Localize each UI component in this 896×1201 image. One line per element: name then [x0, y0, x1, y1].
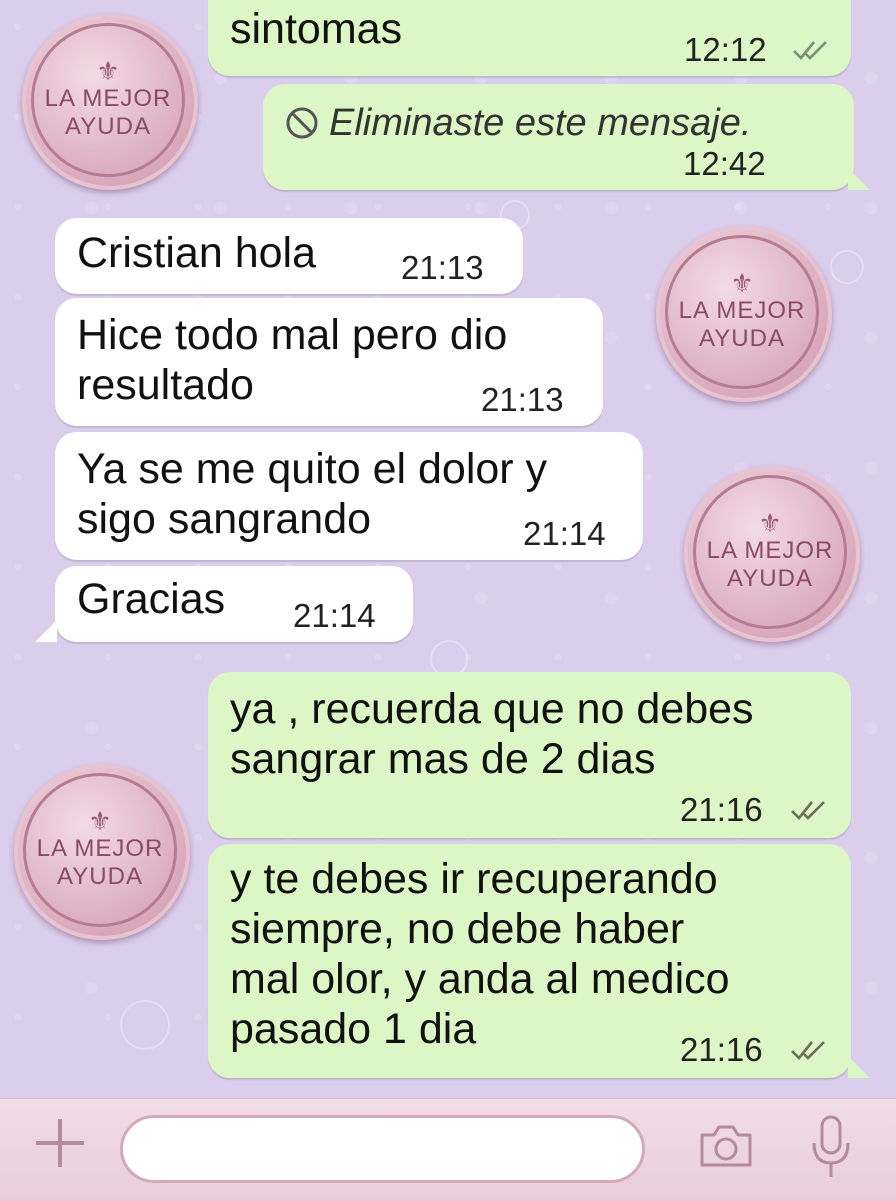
message-text: sintomas: [230, 5, 403, 53]
message-text: Hice todo mal pero dio resultado: [77, 311, 508, 409]
message-time: 21:13: [481, 381, 564, 418]
message-time: 21:16: [680, 1031, 763, 1068]
double-check-icon: [791, 1041, 825, 1060]
message-time: 12:42: [683, 145, 766, 182]
message-time: 21:14: [523, 515, 606, 552]
double-check-icon: [793, 41, 827, 60]
watermark-stamp: ⚜ LA MEJOR AYUDA: [684, 466, 860, 642]
message-text: y te debes ir recuperando siempre, no de…: [230, 855, 730, 1053]
message-bubble-incoming[interactable]: Ya se me quito el dolor y sigo sangrando…: [55, 432, 643, 560]
message-time: 21:16: [680, 791, 763, 828]
message-bubble-incoming[interactable]: Gracias 21:14: [55, 566, 413, 642]
double-check-icon: [791, 801, 825, 820]
watermark-stamp: ⚜ LA MEJOR AYUDA: [14, 764, 190, 940]
message-text: Cristian hola: [77, 229, 316, 277]
message-text: ya , recuerda que no debes sangrar mas d…: [230, 685, 754, 783]
camera-icon[interactable]: [698, 1123, 754, 1169]
message-bubble-outgoing[interactable]: sintomas 12:12: [208, 0, 851, 76]
message-bubble-incoming[interactable]: Cristian hola 21:13: [55, 218, 523, 294]
message-bubble-outgoing[interactable]: ya , recuerda que no debes sangrar mas d…: [208, 672, 851, 838]
chat-area[interactable]: sintomas 12:12 Eliminaste este mensaje. …: [0, 0, 896, 1098]
microphone-icon[interactable]: [806, 1113, 856, 1183]
watermark-stamp: ⚜ LA MEJOR AYUDA: [22, 14, 198, 190]
message-composer-bar: [0, 1098, 896, 1201]
plus-icon[interactable]: [34, 1117, 86, 1169]
message-time: 21:14: [293, 597, 376, 634]
blocked-icon: [286, 107, 318, 139]
deleted-message-text: Eliminaste este mensaje.: [329, 102, 752, 144]
watermark-stamp: ⚜ LA MEJOR AYUDA: [656, 226, 832, 402]
message-bubble-outgoing[interactable]: y te debes ir recuperando siempre, no de…: [208, 844, 851, 1078]
message-text: Gracias: [77, 575, 226, 623]
message-text: Ya se me quito el dolor y sigo sangrando: [77, 445, 548, 543]
message-bubble-incoming[interactable]: Hice todo mal pero dio resultado 21:13: [55, 298, 603, 426]
message-time: 21:13: [401, 249, 484, 286]
message-input[interactable]: [120, 1115, 645, 1183]
message-time: 12:12: [684, 31, 767, 68]
message-bubble-deleted[interactable]: Eliminaste este mensaje. 12:42: [263, 84, 854, 190]
